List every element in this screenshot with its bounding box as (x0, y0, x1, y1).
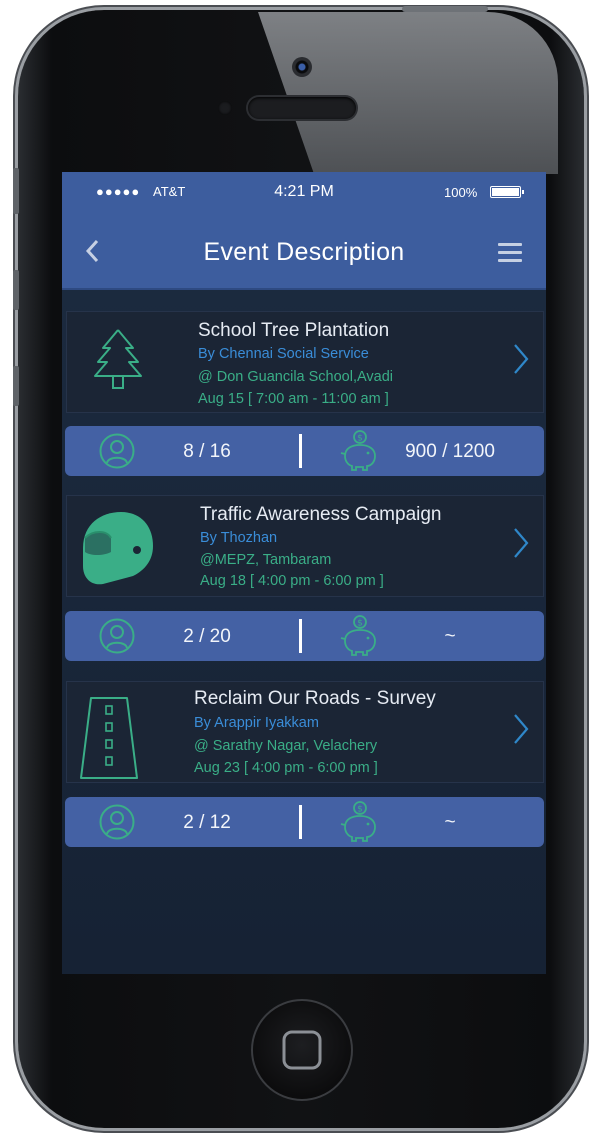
hamburger-line (498, 251, 522, 254)
volume-down-button (13, 366, 19, 406)
helmet-icon (83, 512, 153, 585)
stat-divider (299, 805, 302, 839)
app-screen: ●●●●● AT&T 4:21 PM 100% Event Descriptio… (62, 172, 546, 974)
piggy-bank-icon: $ (340, 615, 376, 656)
svg-text:$: $ (357, 434, 363, 444)
volunteer-count: 2 / 12 (183, 812, 231, 833)
event-title: Traffic Awareness Campaign (200, 504, 442, 525)
stat-divider (299, 434, 302, 468)
event-card-reclaim-roads[interactable]: Reclaim Our Roads - Survey By Arappir Iy… (66, 681, 544, 783)
funds-raised: ~ (444, 626, 456, 647)
event-organizer[interactable]: By Thozhan (200, 530, 277, 546)
event-stats-bar: 2 / 20 $ ~ (65, 611, 544, 661)
chevron-right-icon[interactable] (511, 342, 531, 376)
status-bar: ●●●●● AT&T 4:21 PM 100% (62, 172, 546, 212)
event-location: @MEPZ, Tambaram (200, 552, 332, 568)
volunteer-count: 8 / 16 (183, 441, 231, 462)
power-button (402, 6, 488, 12)
event-stats-bar: 2 / 12 $ ~ (65, 797, 544, 847)
battery-percent: 100% (444, 185, 478, 200)
event-title: Reclaim Our Roads - Survey (194, 688, 436, 709)
event-stats-bar: 8 / 16 $ 900 / 1200 (65, 426, 544, 476)
front-camera (292, 57, 312, 77)
chevron-right-icon[interactable] (511, 712, 531, 746)
volunteer-count: 2 / 20 (183, 626, 231, 647)
event-time: Aug 18 [ 4:00 pm - 6:00 pm ] (200, 573, 384, 589)
event-organizer[interactable]: By Chennai Social Service (198, 346, 369, 362)
volume-up-button (13, 270, 19, 310)
piggy-bank-icon: $ (340, 430, 376, 471)
piggy-bank-icon: $ (340, 801, 376, 842)
menu-button[interactable] (498, 243, 522, 265)
mute-switch (13, 168, 19, 214)
event-time: Aug 15 [ 7:00 am - 11:00 am ] (198, 391, 389, 407)
tree-icon (94, 329, 142, 389)
event-title: School Tree Plantation (198, 320, 390, 341)
volunteer-user-icon (99, 618, 135, 654)
event-organizer[interactable]: By Arappir Iyakkam (194, 715, 319, 731)
funds-raised: 900 / 1200 (405, 441, 495, 462)
event-card-tree-plantation[interactable]: School Tree Plantation By Chennai Social… (66, 311, 544, 413)
hamburger-line (498, 259, 522, 262)
battery-icon (490, 186, 524, 198)
chevron-right-icon[interactable] (511, 526, 531, 560)
event-card-traffic-awareness[interactable]: Traffic Awareness Campaign By Thozhan @M… (66, 495, 544, 597)
home-button[interactable] (250, 998, 354, 1102)
nav-bar: Event Description (62, 212, 546, 290)
page-title: Event Description (203, 238, 405, 266)
svg-text:$: $ (357, 619, 363, 629)
event-location: @ Sarathy Nagar, Velachery (194, 738, 378, 754)
funds-raised: ~ (444, 812, 456, 833)
svg-text:$: $ (357, 805, 363, 815)
volunteer-user-icon (99, 804, 135, 840)
event-time: Aug 23 [ 4:00 pm - 6:00 pm ] (194, 760, 378, 776)
hamburger-line (498, 243, 522, 246)
event-location: @ Don Guancila School,Avadi (198, 369, 394, 385)
volunteer-user-icon (99, 433, 135, 469)
stat-divider (299, 619, 302, 653)
road-icon (80, 697, 138, 779)
earpiece-speaker (248, 97, 356, 119)
proximity-sensor (218, 101, 232, 115)
